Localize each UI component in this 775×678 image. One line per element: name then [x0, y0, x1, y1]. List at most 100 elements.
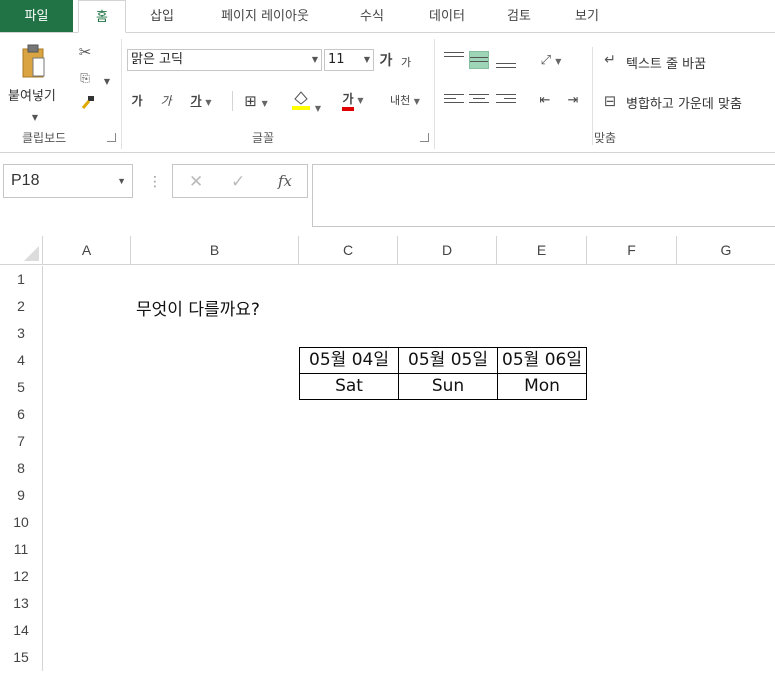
- cell-d5[interactable]: Sun: [398, 373, 498, 400]
- row-header-13[interactable]: 13: [0, 590, 43, 617]
- fill-color-icon: [292, 91, 310, 110]
- row-header-12[interactable]: 12: [0, 563, 43, 590]
- name-box[interactable]: P18 ▼: [3, 164, 133, 198]
- cell-b2[interactable]: 무엇이 다를까요?: [136, 295, 260, 320]
- copy-dropdown-icon[interactable]: ▼: [98, 73, 116, 91]
- spreadsheet-grid: A B C D E F G 1 2 3 4 5 6 7 8 9 10 11 12…: [0, 236, 775, 678]
- insert-function-icon[interactable]: fx: [278, 172, 292, 190]
- paste-icon[interactable]: [21, 44, 45, 78]
- tab-file[interactable]: 파일: [0, 0, 73, 33]
- increase-indent-icon[interactable]: ⇥: [563, 91, 583, 111]
- paste-dropdown-icon[interactable]: ▼: [26, 109, 44, 127]
- divider: [232, 91, 233, 111]
- align-left-icon[interactable]: [444, 91, 464, 109]
- chevron-down-icon: ▼: [363, 55, 370, 64]
- fill-color-button[interactable]: ▼: [286, 89, 326, 113]
- align-center-icon[interactable]: [469, 91, 489, 109]
- increase-font-size-button[interactable]: 가: [377, 51, 395, 71]
- ribbon: 붙여넣기 ▼ ✂ ⎘ ▼ 클립보드 맑은 고딕 ▼ 11 ▼ 가 가 가 가 가…: [0, 32, 775, 153]
- column-header-a[interactable]: A: [43, 236, 131, 265]
- cell-e4[interactable]: 05월 06일: [497, 347, 587, 374]
- row-header-15[interactable]: 15: [0, 644, 43, 671]
- bold-button[interactable]: 가: [129, 91, 145, 111]
- column-header-d[interactable]: D: [398, 236, 497, 265]
- merge-center-button[interactable]: 병합하고 가운데 맞춤: [626, 93, 742, 112]
- enter-icon[interactable]: ✓: [231, 172, 245, 192]
- font-color-button[interactable]: 가 ▼: [333, 89, 373, 111]
- column-header-f[interactable]: F: [587, 236, 677, 265]
- phonetic-button[interactable]: 내천 ▼: [385, 91, 425, 111]
- font-size-value: 11: [328, 52, 345, 67]
- merge-center-icon[interactable]: ⊟: [601, 92, 619, 110]
- font-name-select[interactable]: 맑은 고딕 ▼: [127, 49, 322, 71]
- row-header-11[interactable]: 11: [0, 536, 43, 563]
- clipboard-group-label: 클립보드: [22, 131, 67, 145]
- borders-button[interactable]: ⊞ ▼: [238, 91, 274, 111]
- chevron-down-icon[interactable]: ▼: [117, 165, 126, 197]
- tab-page-layout[interactable]: 페이지 레이아웃: [202, 0, 328, 33]
- row-header-3[interactable]: 3: [0, 320, 43, 347]
- tab-review[interactable]: 검토: [497, 0, 541, 33]
- align-middle-icon[interactable]: [469, 51, 489, 69]
- name-box-value: P18: [11, 172, 40, 189]
- font-group-label: 글꼴: [252, 131, 275, 145]
- select-all-button[interactable]: [0, 236, 43, 265]
- decrease-indent-icon[interactable]: ⇤: [535, 91, 555, 111]
- tab-home[interactable]: 홈: [78, 0, 126, 33]
- align-top-icon[interactable]: [444, 49, 464, 67]
- font-color-label: 가: [342, 91, 354, 111]
- orientation-icon: ⤢: [540, 53, 552, 68]
- cell-e5[interactable]: Mon: [497, 373, 587, 400]
- column-header-b[interactable]: B: [131, 236, 299, 265]
- wrap-text-icon[interactable]: ↵: [601, 51, 619, 69]
- cancel-icon[interactable]: ✕: [189, 172, 203, 192]
- alignment-group-label: 맞춤: [594, 131, 617, 145]
- cell-c4[interactable]: 05월 04일: [299, 347, 399, 374]
- orientation-button[interactable]: ⤢ ▼: [533, 51, 569, 71]
- tab-insert[interactable]: 삽입: [140, 0, 184, 33]
- row-header-7[interactable]: 7: [0, 428, 43, 455]
- chevron-down-icon: ▼: [205, 98, 212, 107]
- tab-data[interactable]: 데이터: [418, 0, 476, 33]
- row-header-10[interactable]: 10: [0, 509, 43, 536]
- row-header-6[interactable]: 6: [0, 401, 43, 428]
- row-header-8[interactable]: 8: [0, 455, 43, 482]
- format-painter-icon[interactable]: [78, 95, 96, 113]
- align-right-icon[interactable]: [496, 91, 516, 109]
- chevron-down-icon: ▼: [311, 55, 318, 64]
- chevron-down-icon: ▼: [357, 96, 364, 105]
- row-header-9[interactable]: 9: [0, 482, 43, 509]
- column-header-c[interactable]: C: [299, 236, 398, 265]
- column-header-e[interactable]: E: [497, 236, 587, 265]
- phonetic-label: 내천: [390, 94, 411, 107]
- tab-view[interactable]: 보기: [565, 0, 609, 33]
- align-bottom-icon[interactable]: [496, 55, 516, 73]
- formula-bar-resize-handle[interactable]: ⋮: [148, 174, 162, 190]
- row-header-2[interactable]: 2: [0, 293, 43, 320]
- cut-icon[interactable]: ✂: [76, 43, 94, 61]
- tab-formulas[interactable]: 수식: [350, 0, 394, 33]
- underline-button[interactable]: 가 ▼: [184, 91, 218, 111]
- borders-icon: ⊞: [244, 92, 257, 110]
- cell-d4[interactable]: 05월 05일: [398, 347, 498, 374]
- row-header-1[interactable]: 1: [0, 266, 43, 293]
- wrap-text-button[interactable]: 텍스트 줄 바꿈: [626, 53, 706, 72]
- font-name-value: 맑은 고딕: [131, 52, 183, 67]
- chevron-down-icon: ▼: [413, 97, 420, 106]
- paste-button-label[interactable]: 붙여넣기: [8, 85, 56, 104]
- cell-c5[interactable]: Sat: [299, 373, 399, 400]
- italic-label: 가: [160, 94, 172, 108]
- formula-input[interactable]: [312, 164, 775, 227]
- column-header-g[interactable]: G: [677, 236, 775, 265]
- decrease-font-size-button[interactable]: 가: [398, 53, 414, 73]
- font-size-select[interactable]: 11 ▼: [324, 49, 374, 71]
- italic-button[interactable]: 가: [158, 91, 174, 111]
- font-launcher-icon[interactable]: [420, 133, 429, 142]
- row-header-5[interactable]: 5: [0, 374, 43, 401]
- clipboard-launcher-icon[interactable]: [107, 133, 116, 142]
- row-header-14[interactable]: 14: [0, 617, 43, 644]
- copy-icon[interactable]: ⎘: [76, 69, 94, 87]
- formula-buttons: ✕ ✓ fx: [172, 164, 308, 198]
- chevron-down-icon: ▼: [555, 57, 562, 66]
- row-header-4[interactable]: 4: [0, 347, 43, 374]
